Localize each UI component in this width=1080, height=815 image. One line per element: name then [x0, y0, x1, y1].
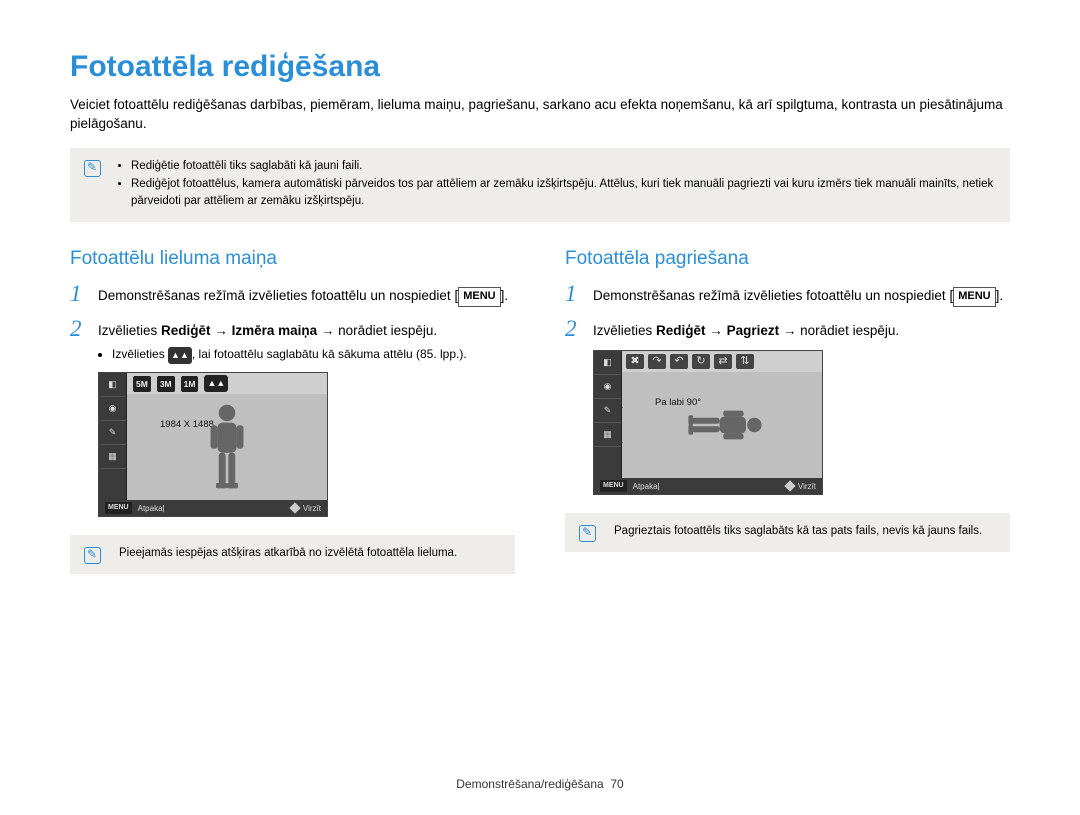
right-note-box: Pagrieztais fotoattēls tiks saglabāts kā… [565, 513, 1010, 552]
silhouette-icon [680, 401, 764, 449]
step: 1 Demonstrēšanas režīmā izvēlieties foto… [70, 282, 515, 307]
lcd-image-area: Pa labi 90° [622, 372, 822, 478]
footer-page-number: 70 [610, 777, 623, 791]
page-title: Fotoattēla rediģēšana [70, 50, 1010, 84]
footer-section: Demonstrēšana/rediģēšana [456, 777, 603, 791]
columns: Fotoattēlu lieluma maiņa 1 Demonstrēšana… [70, 248, 1010, 575]
section-heading-resize: Fotoattēlu lieluma maiņa [70, 248, 515, 270]
lcd-side-icons: ◧ ◉ ✎ ▦ [99, 373, 127, 516]
flip-h-icon: ⇄ [714, 354, 732, 369]
rotate-right-icon: ↷ [648, 354, 666, 369]
lcd-top-bar: ✖ ↷ ↶ ↻ ⇄ ⇅ [622, 351, 822, 372]
lcd-side-icon: ▦ [99, 445, 126, 469]
right-note-text: Pagrieztais fotoattēls tiks saglabāts kā… [610, 523, 982, 540]
step: 2 Izvēlieties Rediģēt → Izmēra maiņa → n… [70, 317, 515, 518]
top-note-list: Rediģētie fotoattēli tiks saglabāti kā j… [115, 158, 996, 212]
dpad-icon [289, 503, 300, 514]
rotate-left-icon: ↶ [670, 354, 688, 369]
left-column: Fotoattēlu lieluma maiņa 1 Demonstrēšana… [70, 248, 515, 575]
start-image-icon: ▲▲ [204, 375, 228, 392]
menu-button-label: MENU [458, 287, 500, 307]
size-chip: 1M [181, 376, 199, 392]
size-chip: 5M [133, 376, 151, 392]
left-note-box: Pieejamās iespējas atšķiras atkarībā no … [70, 535, 515, 574]
lcd-move-label: Virzīt [303, 503, 321, 515]
step-body: Izvēlieties Rediģēt → Izmēra maiņa → nor… [98, 317, 467, 518]
lcd-side-icon: ◉ [594, 375, 621, 399]
lcd-side-icon: ✎ [594, 399, 621, 423]
lcd-resize-preview: ◧ ◉ ✎ ▦ 5M 3M 1M ▲▲ 1984 X 1488 [98, 372, 328, 517]
note-icon [84, 547, 101, 564]
lcd-move-label: Virzīt [798, 481, 816, 493]
lcd-menu-tag: MENU [105, 502, 132, 514]
step-body: Izvēlieties Rediģēt → Pagriezt → norādie… [593, 317, 899, 496]
start-image-icon: ▲▲ [168, 347, 192, 364]
size-chip: 3M [157, 376, 175, 392]
menu-button-label: MENU [953, 287, 995, 307]
rotate-180-icon: ↻ [692, 354, 710, 369]
step-number: 1 [565, 282, 583, 307]
step-number: 2 [565, 317, 583, 496]
note-icon [84, 160, 101, 177]
lcd-bottom-bar: MENU Atpakaļ Virzīt [99, 500, 327, 516]
lcd-rotate-preview: ◧ ◉ ✎ ▦ ✖ ↷ ↶ ↻ ⇄ ⇅ [593, 350, 823, 495]
lcd-bottom-bar: MENU Atpakaļ Virzīt [594, 478, 822, 494]
rotate-off-icon: ✖ [626, 354, 644, 369]
sublist-item: Izvēlieties ▲▲, lai fotoattēlu saglabātu… [112, 346, 467, 364]
step: 1 Demonstrēšanas režīmā izvēlieties foto… [565, 282, 1010, 307]
page: Fotoattēla rediģēšana Veiciet fotoattēlu… [0, 0, 1080, 574]
lcd-top-bar: 5M 3M 1M ▲▲ [127, 373, 327, 394]
step-body: Demonstrēšanas režīmā izvēlieties fotoat… [593, 282, 1003, 307]
step1-text: Demonstrēšanas režīmā izvēlieties fotoat… [98, 288, 451, 303]
top-note-item: Rediģētie fotoattēli tiks saglabāti kā j… [131, 158, 996, 175]
lcd-image-area: 1984 X 1488 [127, 394, 327, 500]
sublist: Izvēlieties ▲▲, lai fotoattēlu saglabātu… [98, 346, 467, 364]
lcd-menu-tag: MENU [600, 480, 627, 492]
left-note-text: Pieejamās iespējas atšķiras atkarībā no … [115, 545, 457, 562]
lcd-side-icon: ◧ [99, 373, 126, 397]
step: 2 Izvēlieties Rediģēt → Pagriezt → norād… [565, 317, 1010, 496]
top-note-item: Rediģējot fotoattēlus, kamera automātisk… [131, 176, 996, 209]
top-note-box: Rediģētie fotoattēli tiks saglabāti kā j… [70, 148, 1010, 222]
right-column: Fotoattēla pagriešana 1 Demonstrēšanas r… [565, 248, 1010, 575]
silhouette-icon [198, 402, 256, 498]
flip-v-icon: ⇅ [736, 354, 754, 369]
lcd-side-icons: ◧ ◉ ✎ ▦ [594, 351, 622, 494]
section-heading-rotate: Fotoattēla pagriešana [565, 248, 1010, 270]
lcd-back-label: Atpakaļ [138, 503, 165, 515]
dpad-icon [784, 481, 795, 492]
step1-text: Demonstrēšanas režīmā izvēlieties fotoat… [593, 288, 946, 303]
note-icon [579, 525, 596, 542]
step-number: 1 [70, 282, 88, 307]
lcd-side-icon: ◉ [99, 397, 126, 421]
lcd-back-label: Atpakaļ [633, 481, 660, 493]
step-body: Demonstrēšanas režīmā izvēlieties fotoat… [98, 282, 508, 307]
step-number: 2 [70, 317, 88, 518]
lcd-side-icon: ✎ [99, 421, 126, 445]
lcd-side-icon: ◧ [594, 351, 621, 375]
lcd-side-icon: ▦ [594, 423, 621, 447]
intro-text: Veiciet fotoattēlu rediģēšanas darbības,… [70, 96, 1010, 134]
page-footer: Demonstrēšana/rediģēšana 70 [0, 777, 1080, 791]
